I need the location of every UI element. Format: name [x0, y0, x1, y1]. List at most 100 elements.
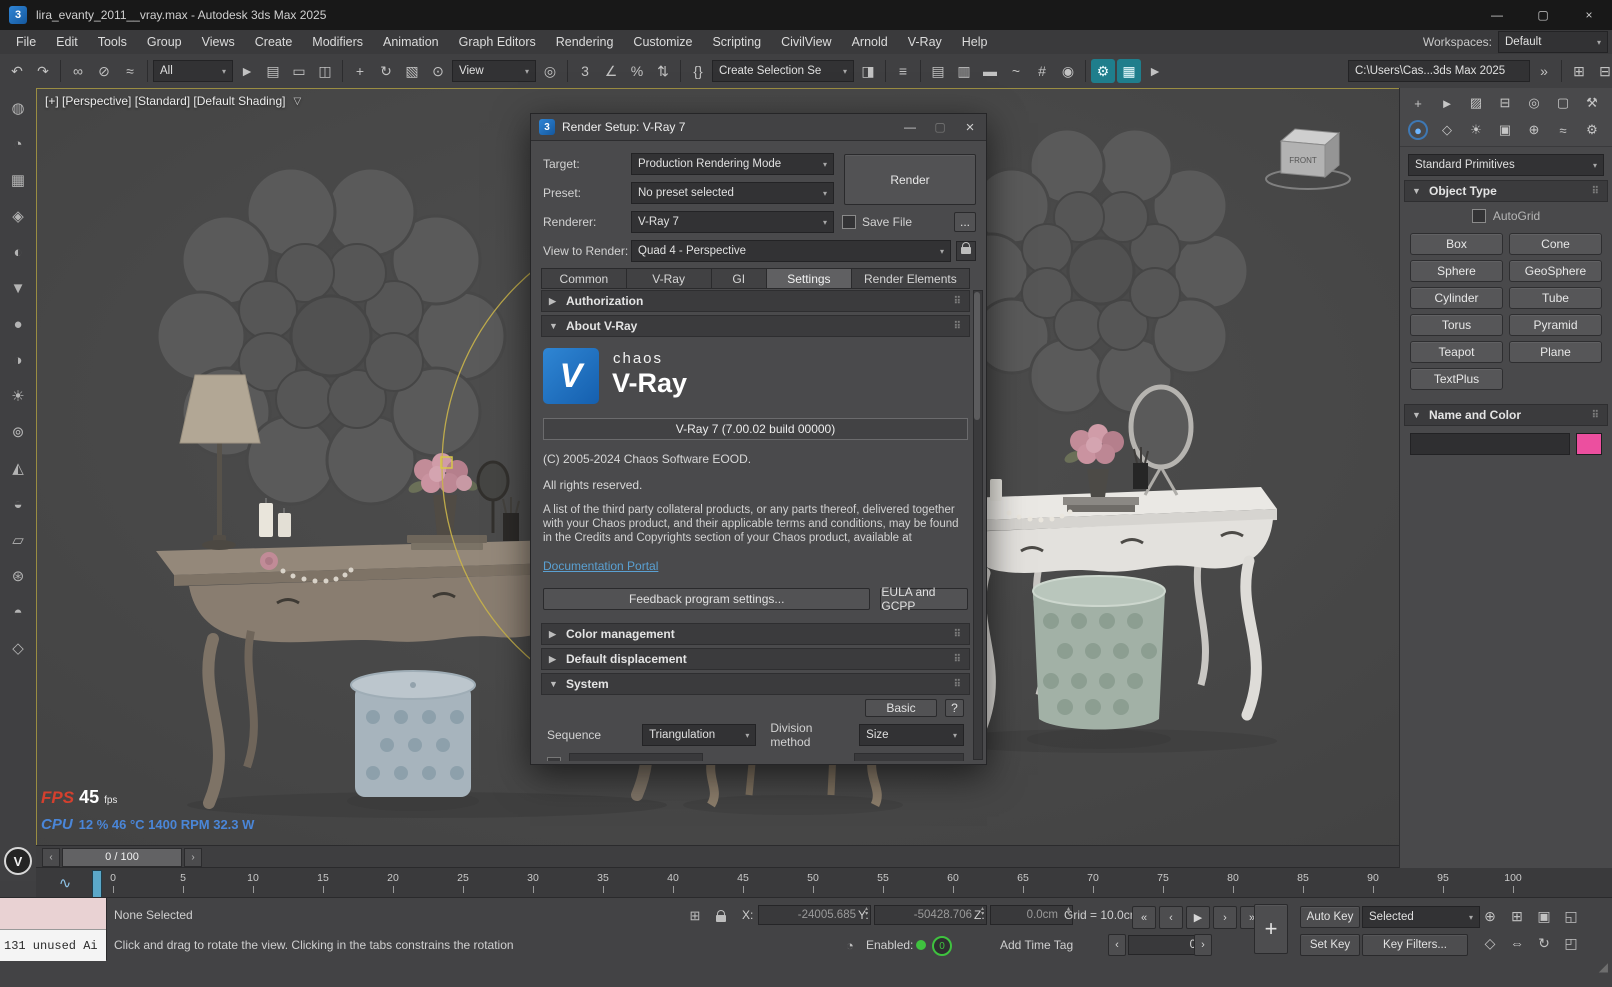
view-to-render-dropdown[interactable]: Quad 4 - Perspective ▾: [631, 240, 951, 262]
tab-render-elements[interactable]: Render Elements: [852, 268, 970, 289]
pyramid-button[interactable]: Pyramid: [1509, 314, 1602, 336]
menu-tools[interactable]: Tools: [88, 35, 137, 49]
spinner-snap-icon[interactable]: ⇅: [651, 59, 675, 83]
select-and-place-icon[interactable]: ⊙: [426, 59, 450, 83]
documentation-portal-link[interactable]: Documentation Portal: [543, 559, 658, 573]
zoom-region-icon[interactable]: ◱: [1559, 904, 1583, 928]
named-selection-dropdown[interactable]: Create Selection Se ▾: [712, 60, 854, 82]
menu-graph-editors[interactable]: Graph Editors: [449, 35, 546, 49]
panel-add-icon[interactable]: +: [1408, 93, 1428, 113]
frame-step-back-button[interactable]: ‹: [1108, 934, 1126, 956]
left-tool-icon[interactable]: ◭: [6, 456, 30, 480]
tab-motion-icon[interactable]: ◎: [1524, 93, 1544, 113]
tab-display-icon[interactable]: ▢: [1553, 93, 1573, 113]
dialog-titlebar[interactable]: 3 Render Setup: V-Ray 7 — ▢ ×: [531, 114, 986, 141]
category-systems-icon[interactable]: ⚙: [1582, 120, 1602, 140]
scrollbar-thumb[interactable]: [974, 292, 980, 420]
next-frame-button[interactable]: ›: [1213, 906, 1237, 929]
vray-toolbar-icon[interactable]: V: [4, 847, 32, 875]
mirror-icon[interactable]: ◨: [856, 59, 880, 83]
range-prev-button[interactable]: ‹: [42, 848, 60, 867]
torus-button[interactable]: Torus: [1410, 314, 1503, 336]
select-and-move-icon[interactable]: +: [348, 59, 372, 83]
rollout-authorization[interactable]: ▶ Authorization ⠿: [541, 290, 970, 312]
select-by-name-icon[interactable]: ▤: [261, 59, 285, 83]
geosphere-button[interactable]: GeoSphere: [1509, 260, 1602, 282]
viewport-label[interactable]: [+] [Perspective] [Standard] [Default Sh…: [45, 94, 285, 108]
save-file-checkbox[interactable]: [842, 215, 856, 229]
teapot-button[interactable]: Teapot: [1410, 341, 1503, 363]
resize-grip[interactable]: ◢: [1599, 960, 1608, 974]
left-tool-icon[interactable]: ☀: [6, 384, 30, 408]
menu-create[interactable]: Create: [245, 35, 303, 49]
z-coordinate-field[interactable]: 0.0cm ▴▾: [990, 905, 1073, 925]
orbit-icon[interactable]: ↻: [1532, 931, 1556, 955]
left-tool-icon[interactable]: ◇: [6, 636, 30, 660]
target-dropdown[interactable]: Production Rendering Mode ▾: [631, 153, 834, 175]
zoom-extents-icon[interactable]: ▣: [1532, 904, 1556, 928]
rollout-name-and-color[interactable]: ▼ Name and Color ⠿: [1404, 404, 1608, 426]
menu-group[interactable]: Group: [137, 35, 192, 49]
scene-security-icon[interactable]: ⊟: [1593, 59, 1612, 83]
save-file-browse-button[interactable]: ...: [954, 212, 976, 232]
object-name-input[interactable]: [1410, 433, 1570, 455]
left-tool-icon[interactable]: ▼: [6, 276, 30, 300]
left-tool-icon[interactable]: ◑: [6, 348, 30, 372]
lock-view-button[interactable]: [956, 241, 976, 261]
use-pivot-center-icon[interactable]: ◎: [538, 59, 562, 83]
listener-pane[interactable]: 131 unused Ai: [0, 930, 106, 961]
menu-views[interactable]: Views: [192, 35, 245, 49]
selection-lock-icon[interactable]: [710, 906, 732, 926]
align-icon[interactable]: ≡: [891, 59, 915, 83]
layer-explorer-icon[interactable]: ▥: [952, 59, 976, 83]
mini-curve-editor-icon[interactable]: ∿: [54, 872, 76, 894]
asset-library-icon[interactable]: ⊞: [1567, 59, 1591, 83]
category-geometry-icon[interactable]: ●: [1408, 120, 1428, 140]
maximize-button[interactable]: ▢: [1520, 0, 1566, 30]
selection-filter-dropdown[interactable]: All ▾: [153, 60, 233, 82]
left-tool-icon[interactable]: ◓: [6, 600, 30, 624]
category-shapes-icon[interactable]: ◇: [1437, 120, 1457, 140]
rollout-about-vray[interactable]: ▼ About V-Ray ⠿: [541, 315, 970, 337]
autogrid-checkbox[interactable]: [1472, 209, 1486, 223]
dialog-maximize-button[interactable]: ▢: [932, 120, 948, 134]
dialog-close-button[interactable]: ×: [962, 119, 978, 136]
menu-scripting[interactable]: Scripting: [702, 35, 771, 49]
tab-create-icon[interactable]: ►: [1437, 93, 1457, 113]
window-crossing-icon[interactable]: ◫: [313, 59, 337, 83]
tab-modify-icon[interactable]: ▨: [1466, 93, 1486, 113]
maximize-viewport-icon[interactable]: ◰: [1559, 931, 1583, 955]
go-to-start-button[interactable]: «: [1132, 906, 1156, 929]
cylinder-button[interactable]: Cylinder: [1410, 287, 1503, 309]
eula-button[interactable]: EULA and GCPP: [880, 588, 968, 610]
category-helpers-icon[interactable]: ⊕: [1524, 120, 1544, 140]
tab-gi[interactable]: GI: [712, 268, 767, 289]
tab-vray[interactable]: V-Ray: [627, 268, 712, 289]
range-next-button[interactable]: ›: [184, 848, 202, 867]
menu-help[interactable]: Help: [952, 35, 998, 49]
close-button[interactable]: ×: [1566, 0, 1612, 30]
bind-to-space-warp-icon[interactable]: ≈: [118, 59, 142, 83]
menu-vray[interactable]: V-Ray: [898, 35, 952, 49]
preset-dropdown[interactable]: No preset selected ▾: [631, 182, 834, 204]
minimize-button[interactable]: —: [1474, 0, 1520, 30]
material-editor-icon[interactable]: ◉: [1056, 59, 1080, 83]
dialog-minimize-button[interactable]: —: [902, 120, 918, 134]
left-tool-icon[interactable]: ▦: [6, 168, 30, 192]
menu-civilview[interactable]: CivilView: [771, 35, 841, 49]
ribbon-toggle-icon[interactable]: ▬: [978, 59, 1002, 83]
menu-file[interactable]: File: [6, 35, 46, 49]
rectangular-selection-icon[interactable]: ▭: [287, 59, 311, 83]
rollout-object-type[interactable]: ▼ Object Type ⠿: [1404, 180, 1608, 202]
division-method-dropdown[interactable]: Size ▾: [859, 724, 964, 746]
isolate-selection-icon[interactable]: ⊞: [684, 906, 706, 926]
left-tool-icon[interactable]: ●: [6, 312, 30, 336]
box-button[interactable]: Box: [1410, 233, 1503, 255]
tube-button[interactable]: Tube: [1509, 287, 1602, 309]
curve-editor-icon[interactable]: ~: [1004, 59, 1028, 83]
tab-utilities-icon[interactable]: ⚒: [1582, 93, 1602, 113]
frame-step-forward-button[interactable]: ›: [1194, 934, 1212, 956]
time-slider-handle[interactable]: [92, 870, 102, 898]
play-button[interactable]: ▶: [1186, 906, 1210, 929]
field-of-view-icon[interactable]: ◇: [1478, 931, 1502, 955]
